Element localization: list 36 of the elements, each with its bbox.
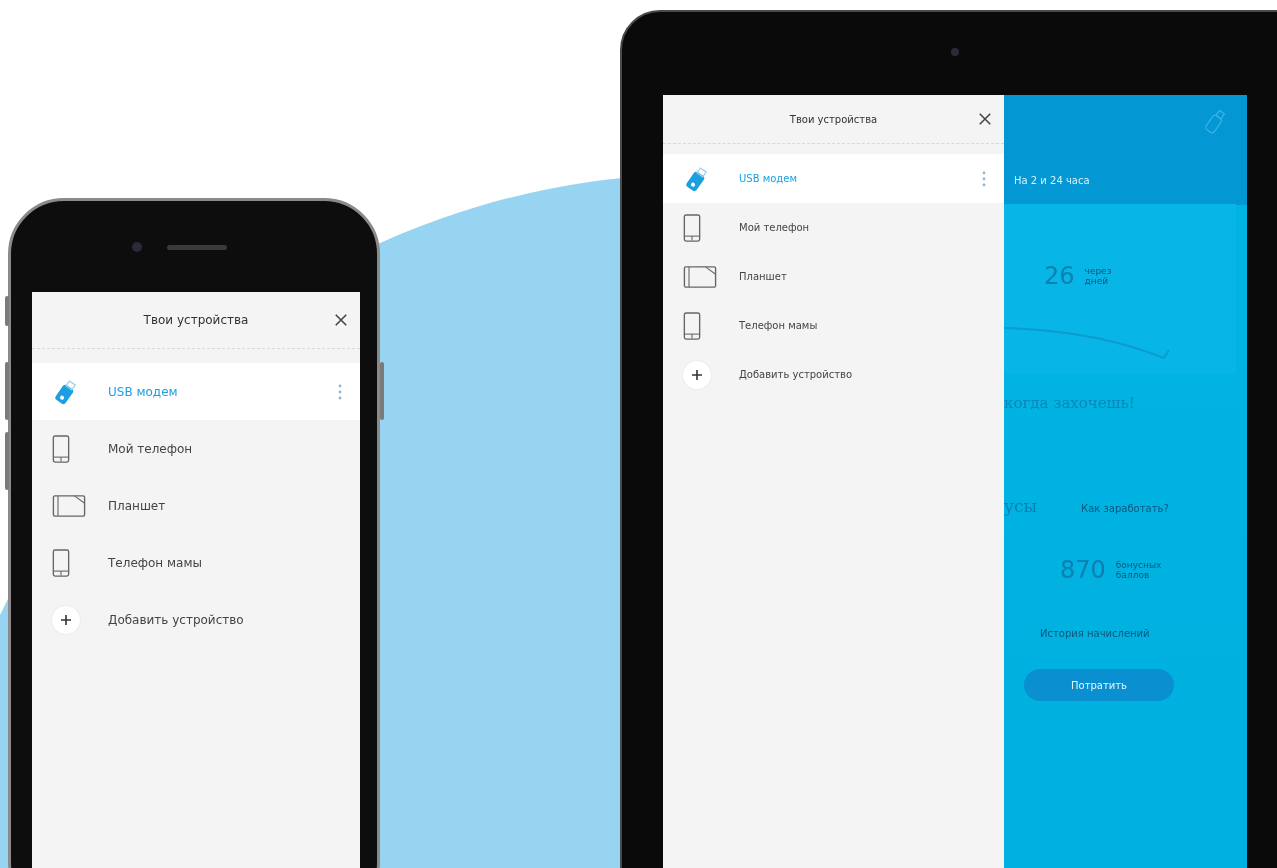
device-label: Планшет: [739, 271, 788, 282]
close-button[interactable]: [332, 311, 350, 329]
tablet-icon: [683, 265, 717, 288]
close-button[interactable]: [976, 110, 994, 128]
device-label: Телефон мамы: [108, 555, 203, 570]
device-label: Планшет: [108, 498, 167, 513]
caption-text: через: [1084, 266, 1112, 276]
period-text: На 2 и 24 часа: [1014, 175, 1091, 186]
tablet-icon: [52, 494, 86, 517]
caption-text: бонусных: [1115, 560, 1162, 570]
device-item[interactable]: Планшет: [663, 252, 1004, 301]
device-item[interactable]: Телефон мамы: [32, 534, 360, 591]
plus-icon: [52, 605, 80, 634]
add-device-link[interactable]: Добавить устройство: [108, 612, 350, 627]
phone-icon: [683, 212, 701, 243]
device-label: Телефон мамы: [739, 320, 819, 331]
device-label: USB модем: [108, 384, 179, 399]
add-device-link[interactable]: Добавить устройство: [739, 369, 994, 380]
device-item[interactable]: Мой телефон: [32, 420, 360, 477]
phone-icon: [52, 547, 70, 578]
caption-text: дней: [1084, 276, 1110, 286]
camera-icon: [132, 242, 142, 252]
device-label: USB модем: [739, 173, 798, 184]
camera-icon: [951, 48, 959, 56]
phone-icon: [683, 310, 701, 341]
device-label: Мой телефон: [739, 222, 811, 233]
plus-icon: [683, 360, 711, 389]
panel-title: Твои устройства: [789, 113, 878, 125]
caption-text: баллов: [1115, 570, 1151, 580]
panel-title: Твои устройства: [143, 313, 249, 327]
device-item[interactable]: Телефон мамы: [663, 301, 1004, 350]
device-item[interactable]: Планшет: [32, 477, 360, 534]
device-label: Мой телефон: [108, 441, 194, 456]
speaker-icon: [167, 245, 227, 250]
device-item[interactable]: Мой телефон: [663, 203, 1004, 252]
phone-icon: [52, 433, 70, 464]
